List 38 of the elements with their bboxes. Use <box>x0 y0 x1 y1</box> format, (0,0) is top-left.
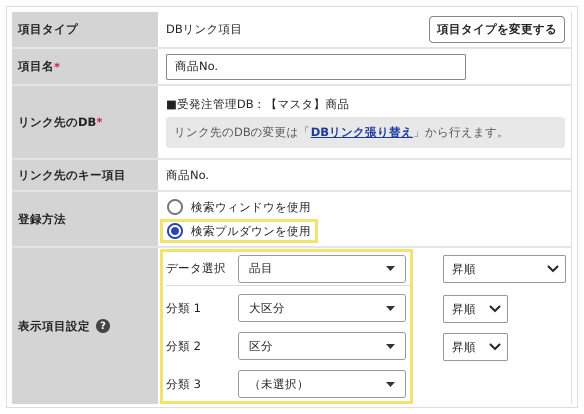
dropdown-arrow-icon <box>386 344 395 348</box>
dropdown[interactable]: 品目 <box>238 254 406 282</box>
field-label: 項目名 <box>18 59 54 74</box>
required-mark: * <box>54 60 60 74</box>
select-label: 分類 1 <box>166 300 202 316</box>
radio-button[interactable] <box>167 223 183 239</box>
select-label: データ選択 <box>166 261 227 276</box>
relink-link[interactable]: DBリンク張り替え <box>310 124 414 138</box>
sort-order-dropdown[interactable]: 昇順 <box>443 255 566 283</box>
sort-order-dropdown[interactable]: 昇順 <box>443 295 508 323</box>
field-label: 項目タイプ <box>18 22 78 37</box>
dropdown[interactable]: （未選択） <box>238 370 406 398</box>
dropdown-arrow-icon <box>386 266 395 271</box>
help-icon[interactable]: ? <box>96 319 110 333</box>
dropdown[interactable]: 区分 <box>238 332 406 360</box>
field-label: リンク先のDB <box>18 114 96 130</box>
info-note: リンク先のDBの変更は「DBリンク張り替え」から行えます。 <box>166 116 565 148</box>
change-type-button[interactable]: 項目タイプを変更する <box>429 16 565 43</box>
input-field[interactable]: 商品No. <box>166 54 466 80</box>
dropdown[interactable]: 大区分 <box>238 294 406 322</box>
dropdown-arrow-icon <box>386 306 395 310</box>
field-label: 表示項目設定 <box>18 318 90 334</box>
field-label: 登録方法 <box>18 212 66 226</box>
chevron-down-icon <box>489 343 501 351</box>
field-value: ■受発注管理DB：【マスタ】商品 <box>166 96 351 112</box>
select-label: 分類 3 <box>166 376 202 392</box>
sort-order-dropdown[interactable]: 昇順 <box>443 333 508 361</box>
field-label: リンク先のキー項目 <box>18 168 126 182</box>
field-value: DBリンク項目 <box>166 22 243 37</box>
required-mark: * <box>96 115 102 129</box>
radio-button[interactable] <box>167 199 183 215</box>
dropdown-arrow-icon <box>386 382 395 386</box>
radio-option[interactable]: 検索ウィンドウを使用 <box>160 195 318 219</box>
chevron-down-icon <box>489 305 501 313</box>
select-label: 分類 2 <box>166 338 202 354</box>
chevron-down-icon <box>547 265 559 273</box>
field-value: 商品No. <box>166 168 210 182</box>
radio-option[interactable]: 検索プルダウンを使用 <box>160 219 318 243</box>
